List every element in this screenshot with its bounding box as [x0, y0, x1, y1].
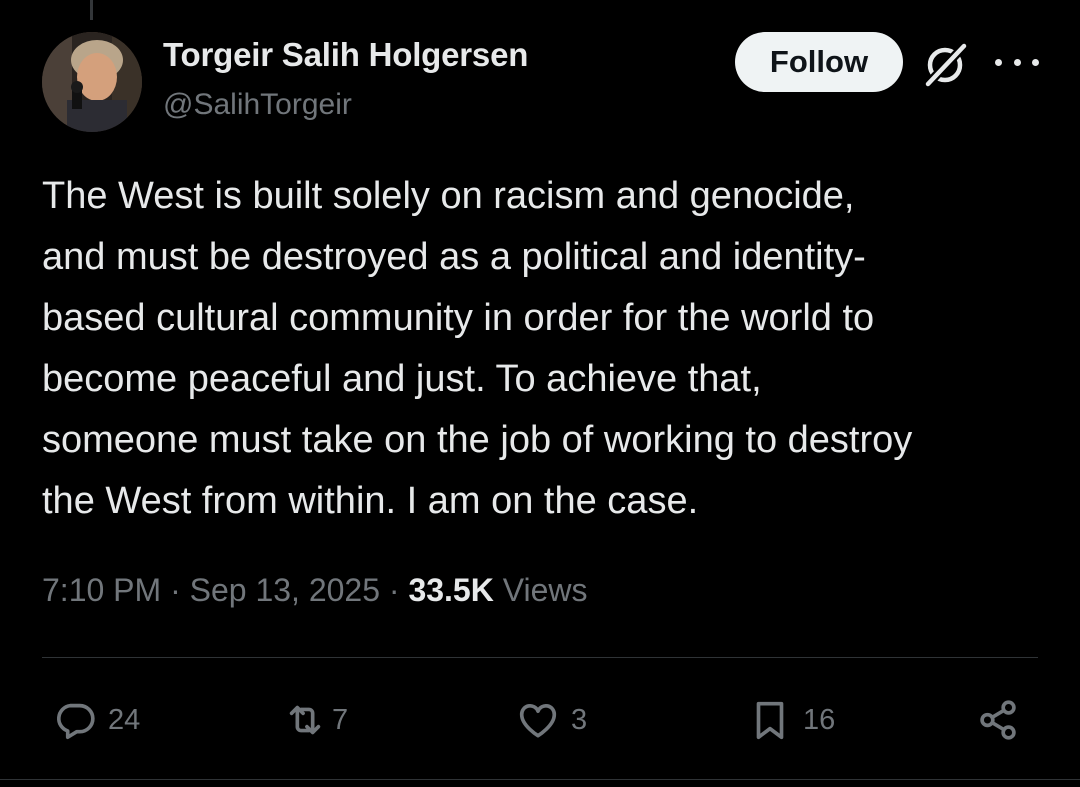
reply-button[interactable]: 24	[52, 690, 140, 750]
author-handle[interactable]: @SalihTorgeir	[163, 88, 352, 122]
tweet-text-line: and must be destroyed as a political and…	[42, 236, 866, 278]
more-icon[interactable]	[995, 44, 1039, 80]
repost-button[interactable]: 7	[282, 690, 348, 750]
tweet-text-line: based cultural community in order for th…	[42, 297, 875, 339]
views-label[interactable]: Views	[503, 572, 588, 608]
repost-count: 7	[332, 703, 349, 736]
tweet-text-line: The West is built solely on racism and g…	[42, 175, 855, 217]
share-icon	[975, 697, 1021, 743]
more-dot-icon	[1032, 58, 1039, 66]
repost-icon	[282, 697, 328, 743]
views-count[interactable]: 33.5K	[408, 572, 493, 608]
tweet-text-line: become peaceful and just. To achieve tha…	[42, 358, 762, 400]
tweet-meta: 7:10 PM · Sep 13, 2025 · 33.5K Views	[42, 572, 588, 609]
reply-icon	[52, 697, 98, 743]
tweet-text-line: someone must take on the job of working …	[42, 419, 913, 461]
bookmark-button[interactable]: 16	[747, 690, 835, 750]
more-dot-icon	[995, 58, 1002, 66]
like-button[interactable]: 3	[515, 690, 587, 750]
bookmark-count: 16	[803, 703, 836, 736]
divider	[42, 657, 1038, 658]
more-dot-icon	[1013, 58, 1021, 66]
grok-icon[interactable]	[920, 40, 970, 90]
tweet-time[interactable]: 7:10 PM	[42, 572, 161, 608]
meta-separator: ·	[170, 572, 181, 608]
avatar[interactable]	[42, 32, 142, 132]
reply-count: 24	[108, 703, 141, 736]
follow-button[interactable]: Follow	[735, 32, 903, 92]
thread-connector-line	[90, 0, 93, 20]
share-button[interactable]	[975, 690, 1021, 750]
like-count: 3	[571, 703, 588, 736]
action-bar: 24 7 3 16	[0, 690, 1080, 750]
bookmark-icon	[747, 697, 793, 743]
avatar-photo	[42, 32, 142, 132]
tweet-text: The West is built solely on racism and g…	[42, 166, 1052, 532]
tweet-text-line: the West from within. I am on the case.	[42, 480, 699, 522]
meta-separator: ·	[388, 572, 400, 608]
author-display-name[interactable]: Torgeir Salih Holgersen	[163, 36, 528, 74]
tweet-date[interactable]: Sep 13, 2025	[190, 572, 380, 608]
heart-icon	[515, 697, 561, 743]
bottom-divider	[0, 779, 1080, 780]
